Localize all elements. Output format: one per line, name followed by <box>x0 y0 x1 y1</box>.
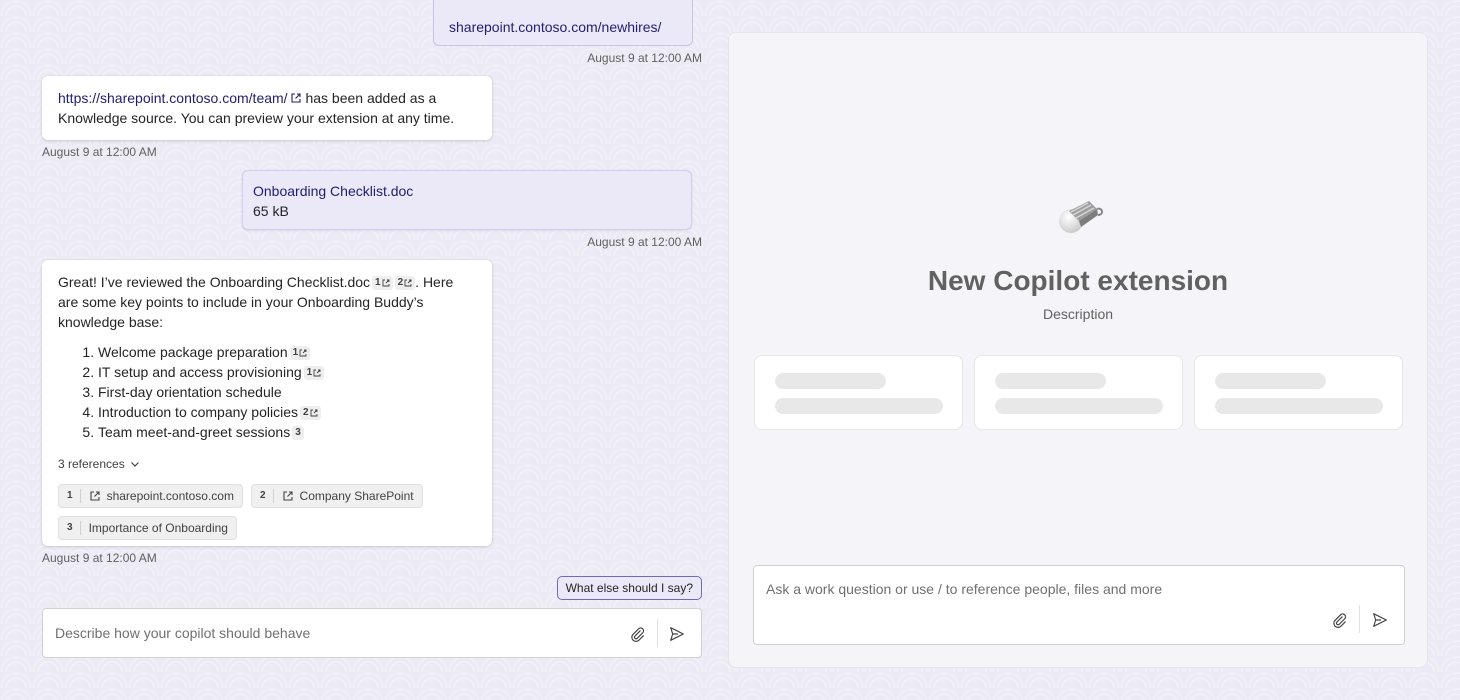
citation-badge[interactable]: 2 <box>394 276 416 290</box>
external-link-icon <box>282 491 293 501</box>
send-button[interactable] <box>667 624 687 644</box>
bot-message: Great! I’ve reviewed the Onboarding Chec… <box>42 260 492 546</box>
external-link-icon <box>90 491 100 501</box>
list-item: IT setup and access provisioning1 <box>98 362 476 382</box>
attached-file-name[interactable]: Onboarding Checklist.doc <box>253 181 681 201</box>
starter-prompt-card-placeholder[interactable] <box>1194 355 1403 430</box>
extension-title: New Copilot extension <box>927 265 1229 296</box>
skeleton-line <box>775 398 943 414</box>
external-link-icon <box>382 279 390 287</box>
cutoff-link-text[interactable]: sharepoint.contoso.com/newhires/ <box>449 19 661 35</box>
skeleton-line <box>995 398 1163 414</box>
copilot-extension-logo-icon <box>1059 201 1103 233</box>
key-points-list: Welcome package preparation1 IT setup an… <box>98 342 476 442</box>
list-item: Welcome package preparation1 <box>98 342 476 362</box>
configure-chat-pane: sharepoint.contoso.com/newhires/ August … <box>42 0 702 700</box>
list-item: Team meet-and-greet sessions3 <box>98 422 476 442</box>
references-toggle[interactable]: 3 references <box>58 454 476 474</box>
composer-divider <box>657 619 658 647</box>
composer-divider <box>1359 605 1360 633</box>
list-item: Introduction to company policies2 <box>98 402 476 422</box>
send-button[interactable] <box>1370 610 1390 630</box>
composer-placeholder: Ask a work question or use / to referenc… <box>766 581 1163 597</box>
user-message-cutoff: sharepoint.contoso.com/newhires/ <box>433 0 693 46</box>
message-timestamp: August 9 at 12:00 AM <box>587 235 702 249</box>
preview-composer[interactable]: Ask a work question or use / to referenc… <box>753 565 1405 645</box>
attach-button[interactable] <box>1329 610 1349 630</box>
composer-placeholder: Describe how your copilot should behave <box>55 625 311 641</box>
reference-chip[interactable]: 3 Importance of Onboarding <box>58 516 237 540</box>
citation-badge[interactable]: 3 <box>292 426 304 440</box>
message-timestamp: August 9 at 12:00 AM <box>42 551 157 565</box>
external-link-icon <box>291 93 301 103</box>
starter-prompt-card-placeholder[interactable] <box>974 355 1183 430</box>
skeleton-line <box>775 373 886 389</box>
send-icon <box>670 627 684 641</box>
message-timestamp: August 9 at 12:00 AM <box>42 145 157 159</box>
external-link-icon <box>299 349 307 357</box>
suggestion-chip[interactable]: What else should I say? <box>556 576 702 600</box>
attach-button[interactable] <box>627 624 647 644</box>
skeleton-line <box>1215 373 1326 389</box>
bot-message: https://sharepoint.contoso.com/team/ has… <box>42 76 492 140</box>
chevron-down-icon <box>130 462 139 467</box>
skeleton-line <box>995 373 1106 389</box>
knowledge-source-link[interactable]: https://sharepoint.contoso.com/team/ <box>58 90 302 106</box>
extension-preview-panel: New Copilot extension Description Ask a … <box>728 32 1428 668</box>
citation-badge[interactable]: 1 <box>372 276 393 290</box>
message-timestamp: August 9 at 12:00 AM <box>587 51 702 65</box>
skeleton-line <box>1215 398 1383 414</box>
attached-file-size: 65 kB <box>253 203 289 219</box>
citation-badge[interactable]: 1 <box>289 346 311 360</box>
paperclip-icon <box>1333 613 1347 628</box>
configure-composer[interactable]: Describe how your copilot should behave <box>42 608 702 658</box>
paperclip-icon <box>631 627 645 642</box>
list-item: First-day orientation schedule <box>98 382 476 402</box>
extension-description: Description <box>1042 306 1114 322</box>
citation-badge[interactable]: 2 <box>300 406 321 420</box>
external-link-icon <box>310 409 318 417</box>
reference-chip[interactable]: 1 sharepoint.contoso.com <box>58 484 243 508</box>
external-link-icon <box>404 279 412 287</box>
user-file-message: Onboarding Checklist.doc 65 kB <box>242 170 692 230</box>
external-link-icon <box>313 369 321 377</box>
reference-chip[interactable]: 2 Company SharePoint <box>250 484 423 508</box>
message-intro: Great! I’ve reviewed the Onboarding Chec… <box>58 274 454 330</box>
citation-badge[interactable]: 1 <box>303 366 325 380</box>
starter-prompt-card-placeholder[interactable] <box>754 355 963 430</box>
send-icon <box>1373 613 1387 627</box>
